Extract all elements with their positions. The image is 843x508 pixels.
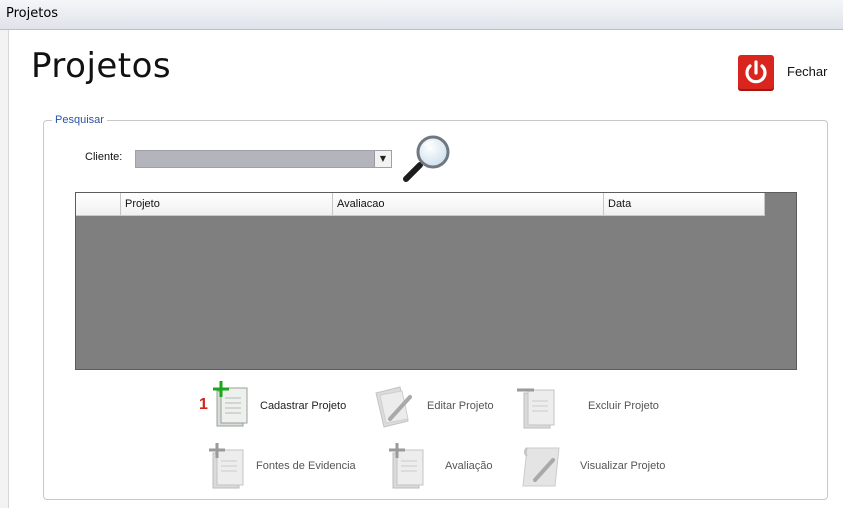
cliente-label: Cliente:	[85, 151, 123, 163]
power-icon	[738, 55, 774, 91]
projects-grid[interactable]: Projeto Avaliacao Data	[75, 192, 797, 370]
evidence-document-icon	[209, 443, 244, 489]
search-button[interactable]	[402, 132, 456, 184]
excluir-projeto-label: Excluir Projeto	[588, 400, 659, 412]
window-title: Projetos	[6, 6, 59, 21]
window-left-edge	[0, 30, 9, 508]
page-title: Projetos	[31, 46, 172, 86]
delete-document-icon	[517, 388, 555, 429]
editar-projeto-label: Editar Projeto	[427, 400, 494, 412]
cliente-select[interactable]: ▼	[135, 150, 392, 168]
column-header-avaliacao[interactable]: Avaliacao	[332, 193, 603, 215]
editar-projeto-button[interactable]: Editar Projeto	[370, 383, 500, 431]
cadastrar-projeto-label: Cadastrar Projeto	[260, 400, 347, 412]
avaliacao-label: Avaliação	[445, 460, 493, 472]
cadastrar-projeto-button[interactable]: Cadastrar Projeto	[207, 380, 357, 430]
fontes-de-evidencia-label: Fontes de Evidencia	[256, 460, 356, 472]
view-document-icon	[522, 447, 560, 487]
column-header-data[interactable]: Data	[603, 193, 765, 215]
add-document-icon	[213, 381, 248, 427]
avaliacao-button[interactable]: Avaliação	[383, 442, 503, 492]
fontes-de-evidencia-button[interactable]: Fontes de Evidencia	[203, 442, 363, 492]
excluir-projeto-button[interactable]: Excluir Projeto	[514, 383, 664, 431]
column-header-projeto[interactable]: Projeto	[120, 193, 332, 215]
magnifier-icon	[403, 135, 450, 182]
close-button-label: Fechar	[787, 64, 828, 79]
visualizar-projeto-button[interactable]: Visualizar Projeto	[519, 442, 679, 492]
edit-document-icon	[375, 386, 412, 428]
visualizar-projeto-label: Visualizar Projeto	[580, 460, 666, 472]
window-titlebar: Projetos	[0, 0, 843, 30]
search-groupbox-legend: Pesquisar	[55, 114, 104, 126]
evaluation-document-icon	[389, 443, 424, 489]
grid-header: Projeto Avaliacao Data	[76, 193, 765, 216]
grid-row-header-corner	[76, 193, 120, 215]
chevron-down-icon[interactable]: ▼	[374, 151, 391, 167]
close-button[interactable]: Fechar	[738, 55, 838, 93]
